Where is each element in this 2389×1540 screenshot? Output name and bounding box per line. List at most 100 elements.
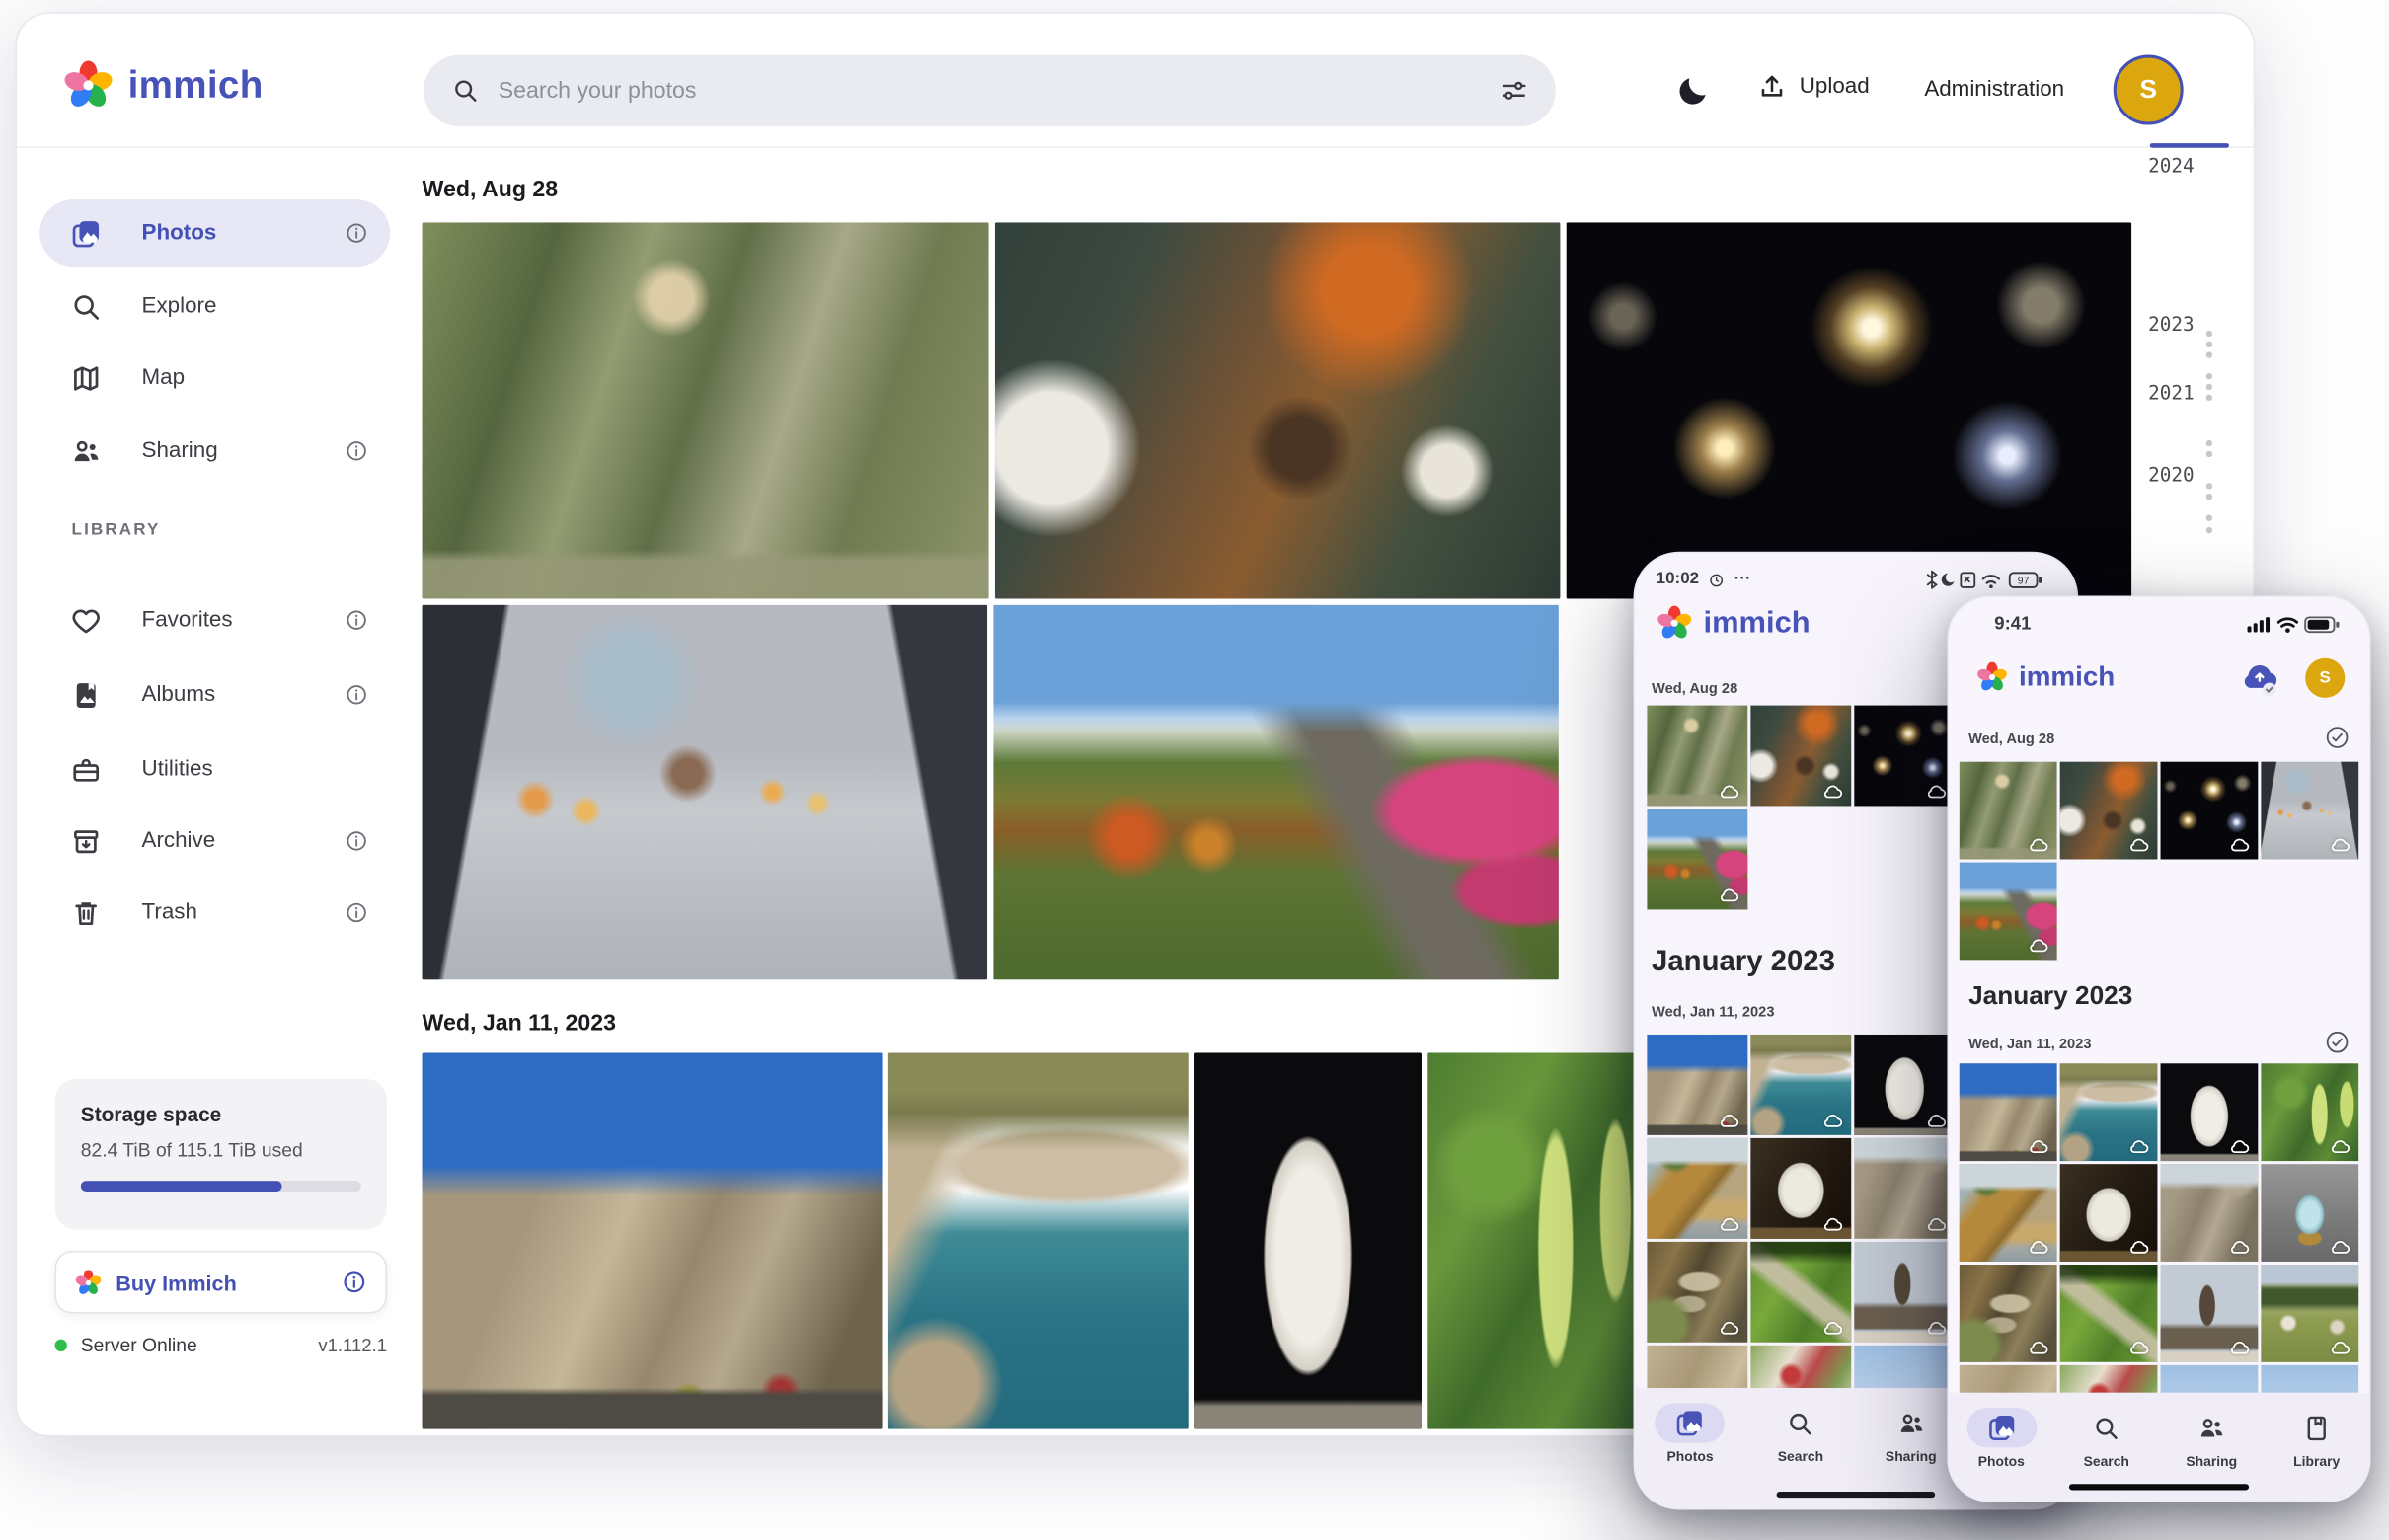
photo-hands[interactable] — [423, 605, 988, 980]
timeline-year-2021[interactable]: 2021 — [2136, 381, 2206, 404]
photo-bust[interactable] — [1854, 1035, 1955, 1135]
photo-lizard2[interactable] — [2060, 1265, 2158, 1362]
photo-autumn[interactable] — [993, 605, 1559, 980]
photo-sculpt[interactable] — [2060, 1164, 2158, 1262]
phone2-clock: 9:41 — [1994, 612, 2031, 634]
nav-item-sharing[interactable]: Sharing — [1862, 1403, 1960, 1464]
sidebar-item-explore[interactable]: Explore — [39, 272, 390, 340]
administration-link[interactable]: Administration — [1924, 78, 2064, 103]
timeline-tick-dot — [2206, 494, 2211, 499]
photo-ruins[interactable] — [1854, 1138, 1955, 1239]
timeline-tick-dot — [2206, 384, 2211, 389]
nav-item-library[interactable]: Library — [2268, 1408, 2365, 1469]
storage-title: Storage space — [81, 1103, 361, 1125]
cloud-sync-icon[interactable] — [2238, 661, 2283, 700]
info-icon[interactable] — [345, 438, 369, 463]
info-icon[interactable] — [345, 900, 369, 925]
nav-item-photos[interactable]: Photos — [1642, 1403, 1739, 1464]
photo-dinner[interactable] — [1750, 706, 1851, 807]
nav-label: Photos — [1978, 1453, 2025, 1468]
immich-logo[interactable]: immich — [62, 59, 263, 111]
photo-monkeys[interactable] — [423, 222, 989, 598]
search-bar[interactable] — [424, 55, 1556, 127]
info-icon[interactable] — [345, 221, 369, 246]
timeline-year-2023[interactable]: 2023 — [2136, 312, 2206, 335]
photo-dinner[interactable] — [995, 222, 1561, 598]
photo-cliff[interactable] — [1960, 1164, 2057, 1262]
dark-mode-toggle[interactable] — [1662, 59, 1724, 120]
info-icon[interactable] — [345, 608, 369, 633]
select-all-check-icon[interactable] — [2325, 1030, 2350, 1054]
photo-lizard2[interactable] — [1750, 1242, 1851, 1343]
sidebar-item-sharing[interactable]: Sharing — [39, 418, 390, 485]
photo-autumn[interactable] — [1960, 863, 2057, 961]
photo-village[interactable] — [2261, 1265, 2358, 1362]
photo-fireworks[interactable] — [2161, 762, 2259, 860]
photo-ruins[interactable] — [2161, 1164, 2259, 1262]
home-indicator[interactable] — [2069, 1484, 2249, 1491]
photo-fortress[interactable] — [1647, 1035, 1747, 1135]
photo-coastal[interactable] — [2060, 1063, 2158, 1161]
nav-item-photos[interactable]: Photos — [1953, 1408, 2050, 1469]
sidebar-item-label: Photos — [142, 221, 305, 246]
sidebar-item-utilities[interactable]: Utilities — [39, 735, 390, 803]
photo-monkeys[interactable] — [1647, 706, 1747, 807]
photo-grapes[interactable] — [1427, 1052, 1641, 1428]
photo-church[interactable] — [2161, 1265, 2259, 1362]
sidebar-item-label: Explore — [142, 294, 369, 319]
photo-fireworks[interactable] — [1567, 222, 2132, 598]
info-icon[interactable] — [345, 682, 369, 707]
search-icon — [1786, 1409, 1814, 1437]
user-avatar[interactable]: S — [2114, 55, 2184, 125]
photo-row — [423, 222, 2132, 598]
sidebar-item-albums[interactable]: Albums — [39, 661, 390, 729]
sidebar-item-trash[interactable]: Trash — [39, 880, 390, 947]
sidebar-item-map[interactable]: Map — [39, 345, 390, 412]
photo-row — [423, 1052, 1642, 1428]
sidebar-item-photos[interactable]: Photos — [39, 199, 390, 267]
photo-fortress[interactable] — [1960, 1063, 2057, 1161]
timeline-tick-dot — [2206, 395, 2211, 400]
wifi-icon — [2278, 618, 2297, 632]
nav-item-sharing[interactable]: Sharing — [2163, 1408, 2261, 1469]
photo-monkeys[interactable] — [1960, 762, 2057, 860]
nav-item-search[interactable]: Search — [1752, 1403, 1850, 1464]
phone2-user-avatar[interactable]: S — [2305, 658, 2345, 698]
info-icon[interactable] — [342, 1270, 367, 1295]
photo-autumn[interactable] — [1647, 809, 1747, 910]
search-icon — [2092, 1414, 2120, 1442]
storage-usage-text: 82.4 TiB of 115.1 TiB used — [81, 1139, 361, 1161]
sidebar-item-favorites[interactable]: Favorites — [39, 586, 390, 654]
timeline-year-2020[interactable]: 2020 — [2136, 463, 2206, 486]
photo-dinner[interactable] — [2060, 762, 2158, 860]
photo-hands[interactable] — [2261, 762, 2358, 860]
photo-lizard1[interactable] — [1647, 1242, 1747, 1343]
info-icon[interactable] — [345, 829, 369, 854]
photo-ornate[interactable] — [2261, 1164, 2358, 1262]
upload-button[interactable]: Upload — [1757, 72, 1870, 103]
photo-cliff[interactable] — [1647, 1138, 1747, 1239]
sidebar-item-label: Archive — [142, 829, 305, 854]
photo-coastal[interactable] — [1750, 1035, 1851, 1135]
search-filters-icon[interactable] — [1500, 76, 1528, 105]
photo-sculpt[interactable] — [1750, 1138, 1851, 1239]
sidebar-item-archive[interactable]: Archive — [39, 808, 390, 875]
search-input[interactable] — [499, 78, 1481, 104]
photo-bust[interactable] — [1194, 1052, 1422, 1428]
timeline-year-2024[interactable]: 2024 — [2136, 154, 2206, 177]
nav-item-search[interactable]: Search — [2057, 1408, 2155, 1469]
home-indicator[interactable] — [1777, 1492, 1936, 1498]
select-all-check-icon[interactable] — [2325, 726, 2350, 750]
photo-church[interactable] — [1854, 1242, 1955, 1343]
phone1-date-header: Wed, Aug 28 — [1652, 681, 1737, 698]
immich-flower-icon — [75, 1269, 103, 1296]
photo-grapes[interactable] — [2261, 1063, 2358, 1161]
upload-label: Upload — [1800, 75, 1870, 100]
photo-fortress[interactable] — [423, 1052, 883, 1428]
photo-bust[interactable] — [2161, 1063, 2259, 1161]
timeline-scrubber-position[interactable] — [2150, 143, 2229, 148]
photo-fireworks[interactable] — [1854, 706, 1955, 807]
photo-coastal[interactable] — [888, 1052, 1189, 1428]
photo-lizard1[interactable] — [1960, 1265, 2057, 1362]
buy-immich-button[interactable]: Buy Immich — [55, 1251, 387, 1313]
